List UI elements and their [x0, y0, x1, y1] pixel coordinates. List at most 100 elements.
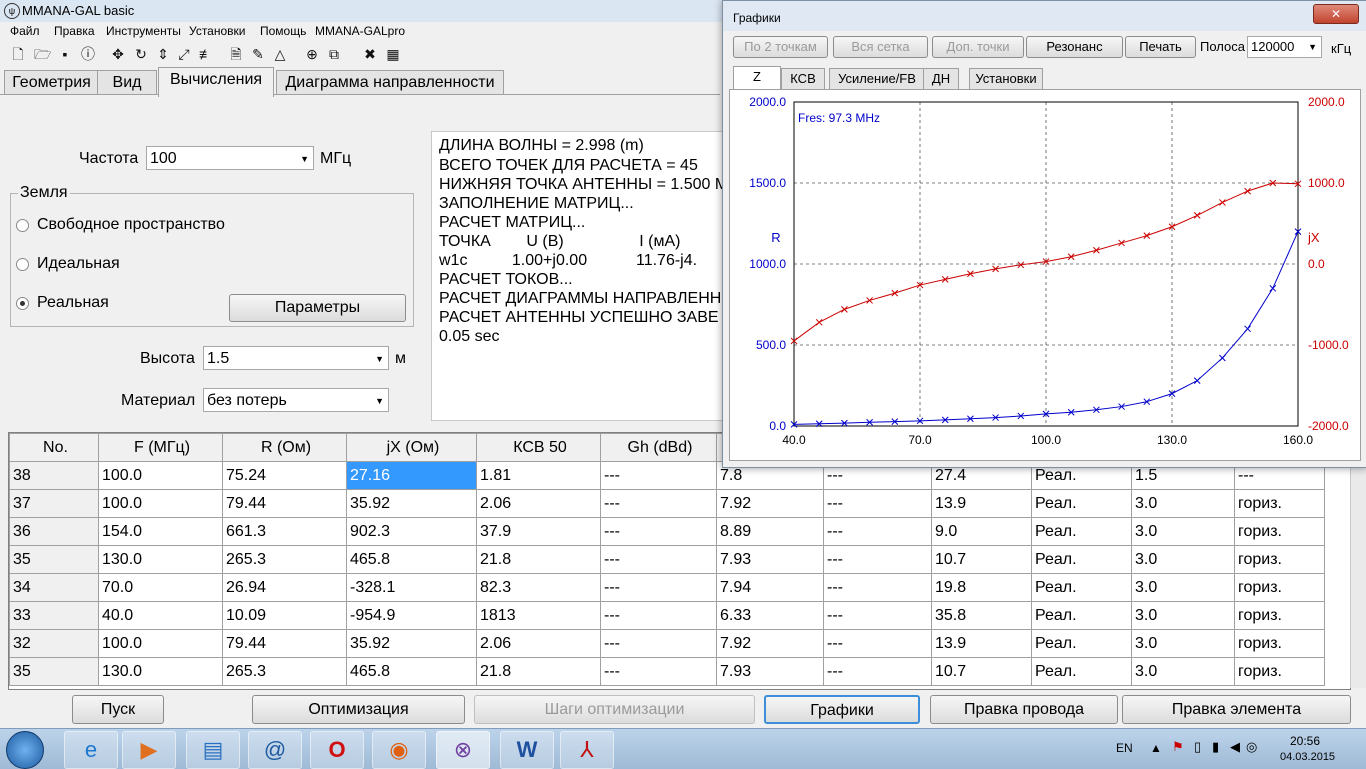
menu-file[interactable]: Файл [10, 24, 40, 38]
column-header[interactable]: No. [9, 433, 99, 462]
table-cell[interactable]: Реал. [1031, 657, 1132, 686]
table-cell[interactable]: 13.9 [931, 489, 1032, 518]
table-cell[interactable]: 100.0 [98, 461, 223, 490]
optimization-steps-button[interactable]: Шаги оптимизации [474, 695, 755, 724]
table-cell[interactable]: --- [823, 573, 932, 602]
table-cell[interactable]: 7.92 [716, 629, 824, 658]
tools-icon[interactable]: ✖ [362, 46, 378, 63]
battery-icon[interactable]: ▯ [1194, 739, 1201, 755]
menu-settings[interactable]: Установки [189, 24, 245, 38]
results-table[interactable]: No. F (МГц) R (Ом) jX (Ом) КСВ 50 Gh (dBd) 38… [8, 432, 1351, 690]
table-cell[interactable]: --- [600, 545, 717, 574]
language-indicator[interactable]: EN [1116, 741, 1133, 755]
table-cell[interactable]: --- [600, 629, 717, 658]
optimization-button[interactable]: Оптимизация [252, 695, 465, 724]
table-cell[interactable]: 130.0 [98, 657, 223, 686]
start-orb-icon[interactable] [6, 731, 44, 769]
table-cell[interactable]: 2.06 [476, 629, 601, 658]
table-cell[interactable]: 661.3 [222, 517, 347, 546]
table-cell[interactable]: 79.44 [222, 489, 347, 518]
table-cell[interactable]: --- [600, 657, 717, 686]
menu-tools[interactable]: Инструменты [106, 24, 181, 38]
radio-real[interactable] [16, 297, 29, 310]
table-cell[interactable]: 75.24 [222, 461, 347, 490]
opera-icon[interactable]: O [310, 731, 364, 769]
table-cell[interactable]: 21.8 [476, 545, 601, 574]
mmana-icon[interactable]: ⊗ [436, 731, 490, 769]
firefox-icon[interactable]: ◉ [372, 731, 426, 769]
menu-help[interactable]: Помощь [260, 24, 306, 38]
table-cell[interactable]: 9.0 [931, 517, 1032, 546]
files-icon[interactable]: ▤ [186, 731, 240, 769]
new-file-icon[interactable]: 🗋 [10, 46, 26, 63]
volume-icon[interactable]: ◀ [1230, 739, 1240, 755]
tab-radiation-pattern[interactable]: Диаграмма направленности [276, 70, 504, 95]
table-cell[interactable]: гориз. [1234, 657, 1325, 686]
radio-perfect-label[interactable]: Идеальная [37, 255, 120, 273]
internet-explorer-icon[interactable]: e [64, 731, 118, 769]
table-row[interactable]: 36 154.0 661.3 902.3 37.9 --- 8.89 --- 9.0 Реал. 3… [9, 517, 1325, 546]
table-cell[interactable]: гориз. [1234, 545, 1325, 574]
tab-calculation[interactable]: Вычисления [158, 67, 274, 97]
table-row[interactable]: 35 130.0 265.3 465.8 21.8 --- 7.93 --- 10.7 Реал.… [9, 545, 1325, 574]
tray-arrow-icon[interactable]: ▲ [1150, 741, 1162, 755]
table-cell[interactable]: 265.3 [222, 657, 347, 686]
table-cell[interactable]: 3.0 [1131, 517, 1235, 546]
extra-points-button[interactable]: Доп. точки [932, 36, 1024, 58]
row-number-cell[interactable]: 34 [9, 573, 99, 602]
table-cell[interactable]: Реал. [1031, 629, 1132, 658]
graph-tab-settings[interactable]: Установки [969, 68, 1043, 90]
copy-icon[interactable]: ⧉ [326, 46, 342, 63]
radio-real-label[interactable]: Реальная [37, 294, 109, 312]
table-cell[interactable]: 26.94 [222, 573, 347, 602]
table-cell[interactable]: --- [823, 545, 932, 574]
table-cell[interactable]: Реал. [1031, 601, 1132, 630]
table-cell[interactable]: 82.3 [476, 573, 601, 602]
table-cell[interactable]: 465.8 [346, 657, 477, 686]
table-row[interactable]: 34 70.0 26.94 -328.1 82.3 --- 7.94 --- 19.8 Реал.… [9, 573, 1325, 602]
column-header[interactable]: jX (Ом) [346, 433, 477, 462]
table-cell[interactable]: 13.9 [931, 629, 1032, 658]
table-cell[interactable]: 35.8 [931, 601, 1032, 630]
word-icon[interactable]: W [500, 731, 554, 769]
table-cell[interactable]: --- [823, 489, 932, 518]
table-cell[interactable]: Реал. [1031, 517, 1132, 546]
table-row[interactable]: 37 100.0 79.44 35.92 2.06 --- 7.92 --- 13.9 Реал.… [9, 489, 1325, 518]
network-icon[interactable]: ▮ [1212, 739, 1219, 755]
column-header[interactable]: F (МГц) [98, 433, 223, 462]
table-cell[interactable]: 35.92 [346, 489, 477, 518]
table-cell[interactable]: гориз. [1234, 629, 1325, 658]
table-cell[interactable]: --- [823, 517, 932, 546]
move-icon[interactable]: ✥ [110, 46, 126, 63]
row-number-cell[interactable]: 32 [9, 629, 99, 658]
table-cell[interactable]: 37.9 [476, 517, 601, 546]
table-cell[interactable]: --- [823, 657, 932, 686]
radio-perfect[interactable] [16, 258, 29, 271]
table-cell[interactable]: -954.9 [346, 601, 477, 630]
table-cell[interactable]: гориз. [1234, 489, 1325, 518]
scale-icon[interactable]: ⤢ [176, 46, 192, 63]
media-player-icon[interactable]: ▶ [122, 731, 176, 769]
menu-edit[interactable]: Правка [54, 24, 95, 38]
table-cell[interactable]: 1.81 [476, 461, 601, 490]
table-cell[interactable]: 6.33 [716, 601, 824, 630]
mail-icon[interactable]: @ [248, 731, 302, 769]
pen-icon[interactable]: ✎ [250, 46, 266, 63]
table-cell[interactable]: --- [600, 601, 717, 630]
radio-free-space[interactable] [16, 219, 29, 232]
table-cell[interactable]: Реал. [1031, 545, 1132, 574]
row-number-cell[interactable]: 35 [9, 545, 99, 574]
table-cell[interactable]: 79.44 [222, 629, 347, 658]
table-cell[interactable]: --- [823, 629, 932, 658]
table-cell[interactable]: --- [823, 601, 932, 630]
save-icon[interactable]: ▪ [57, 46, 73, 63]
by-two-points-button[interactable]: По 2 точкам [733, 36, 828, 58]
triangle-icon[interactable]: △ [272, 46, 288, 63]
tab-geometry[interactable]: Геометрия [4, 70, 99, 95]
row-number-cell[interactable]: 38 [9, 461, 99, 490]
table-cell[interactable]: 10.09 [222, 601, 347, 630]
calculator-icon[interactable]: ▦ [385, 46, 401, 63]
table-cell[interactable]: 10.7 [931, 657, 1032, 686]
table-cell[interactable]: 35.92 [346, 629, 477, 658]
table-cell[interactable]: 265.3 [222, 545, 347, 574]
